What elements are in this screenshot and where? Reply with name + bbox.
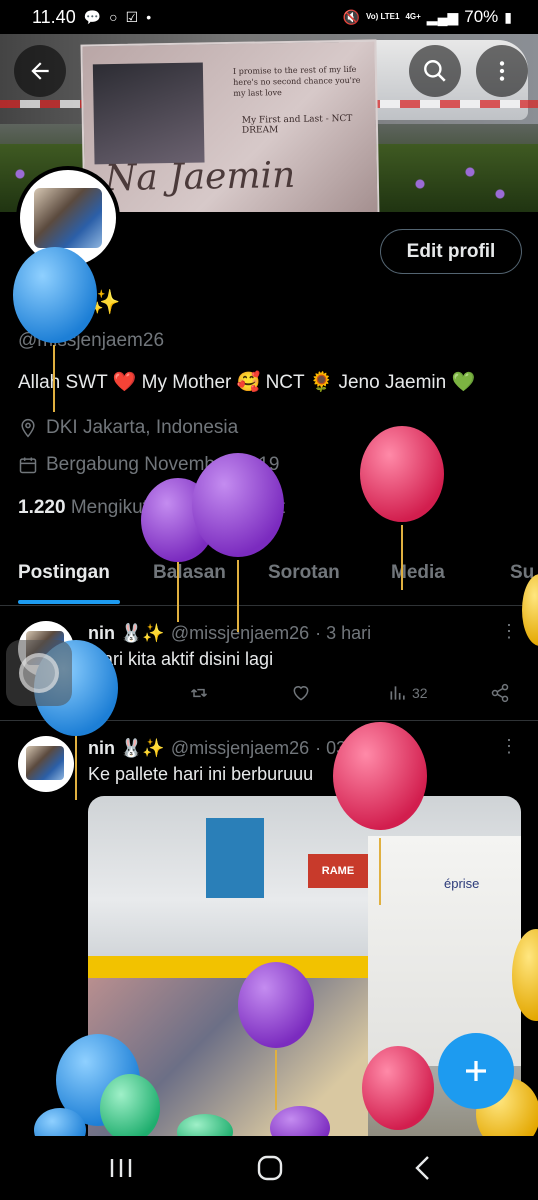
post-time: · 3 hari [315, 623, 372, 643]
post-text: Ke pallete hari ini berburuuu [88, 764, 314, 784]
photocard-quote: I promise to the rest of my life here's … [232, 64, 361, 98]
nav-back-icon [415, 1156, 429, 1180]
dot-icon: • [146, 9, 152, 25]
signal-bars-icon: ▂▄▆ [426, 8, 459, 25]
photocard-subtitle: My First and Last - NCT DREAM [241, 113, 353, 136]
post-text: Mari kita aktif disini lagi [88, 649, 274, 669]
following-link[interactable]: 1.220 Mengikuti [18, 497, 152, 519]
reply-button[interactable] [88, 683, 108, 703]
back-arrow-icon [31, 62, 49, 80]
profile-name: nin 🐰✨ [18, 289, 121, 316]
battery-icon: ▮ [504, 8, 512, 25]
system-nav-bar [0, 1136, 538, 1200]
views-count: 32 [412, 685, 428, 701]
media-storefront [368, 836, 521, 1066]
tab-balasan[interactable]: Balasan [153, 562, 226, 584]
location-pin-icon [21, 418, 35, 438]
views-icon [390, 686, 405, 700]
profile-tabs: Postingan Balasan Sorotan Media Su [0, 550, 538, 606]
media-blue-box [206, 818, 264, 898]
back-button[interactable] [14, 45, 66, 97]
media-shelf [88, 956, 368, 978]
followers-link[interactable]: 612 Pengikut [174, 497, 285, 519]
tab-media[interactable]: Media [391, 562, 445, 584]
location-text: DKI Jakarta, Indonesia [46, 417, 239, 438]
status-bar: 11.40 💬 ○ ☑ • 🔇 Vo) LTE1 4G+ ▂▄▆ 70% ▮ [0, 0, 538, 34]
avatar-image [34, 188, 102, 248]
profile-handle: @missjenjaem26 [18, 330, 165, 351]
edit-profile-button[interactable]: Edit profil [380, 229, 522, 274]
post-more-icon[interactable]: ⋮ [500, 736, 518, 757]
post-header: nin 🐰✨ @missjenjaem26 · 03 Des 23 [88, 738, 408, 759]
more-options-button[interactable] [476, 45, 528, 97]
tab-sorotan[interactable]: Sorotan [268, 562, 340, 584]
post-author: nin 🐰✨ [88, 738, 165, 758]
views-button[interactable]: 32 [388, 683, 428, 703]
reply-icon [90, 686, 106, 702]
message-icon: 💬 [83, 8, 102, 25]
photocard-image [92, 62, 205, 165]
recents-icon [110, 1159, 132, 1177]
retweet-icon [190, 688, 208, 698]
post-time: · 03 Des 23 [315, 738, 409, 758]
post-item[interactable]: nin 🐰✨ @missjenjaem26 · 3 hari ⋮ Mari ki… [0, 607, 538, 721]
calendar-icon [19, 457, 37, 474]
media-store-name: éprise [444, 876, 480, 891]
post-more-icon[interactable]: ⋮ [500, 621, 518, 642]
profile-avatar[interactable] [16, 166, 120, 270]
search-button[interactable] [409, 45, 461, 97]
following-count: 1.220 [18, 497, 66, 518]
mute-icon: 🔇 [342, 8, 360, 25]
search-icon [424, 60, 446, 82]
followers-count: 612 [174, 497, 206, 518]
post-avatar[interactable] [18, 736, 74, 792]
post-actions: 32 [88, 683, 518, 709]
banner-photocard: I promise to the rest of my life here's … [80, 39, 380, 212]
post-handle: @missjenjaem26 [170, 738, 310, 758]
plus-icon [466, 1061, 486, 1081]
status-time: 11.40 [32, 6, 76, 27]
profile-joined: Bergabung November 2019 [18, 454, 279, 476]
recents-button[interactable] [108, 1156, 134, 1185]
assistive-touch-button[interactable] [6, 640, 72, 706]
share-icon [491, 683, 509, 703]
network-label: Vo) LTE1 [365, 12, 400, 21]
nav-back-button[interactable] [410, 1154, 436, 1187]
like-button[interactable] [290, 683, 312, 703]
profile-bio: Allah SWT ❤️ My Mother 🥰 NCT 🌻 Jeno Jaem… [18, 372, 476, 393]
joined-text: Bergabung November 2019 [46, 454, 280, 475]
post-header: nin 🐰✨ @missjenjaem26 · 3 hari [88, 623, 371, 644]
photocard-name: Na Jaemin [104, 154, 296, 200]
followers-label: Pengikut [211, 497, 286, 518]
more-vertical-icon [499, 61, 505, 81]
post-author: nin 🐰✨ [88, 623, 165, 643]
home-icon [257, 1155, 283, 1181]
post-handle: @missjenjaem26 [170, 623, 310, 643]
signal-type: 4G+ [405, 12, 421, 21]
follow-stats: 1.220 Mengikuti 612 Pengikut [18, 497, 285, 519]
retweet-button[interactable] [188, 683, 210, 703]
active-tab-indicator [18, 600, 120, 604]
media-store-sign: RAME [308, 854, 368, 888]
battery-percent: 70% [464, 7, 499, 26]
media-merchandise [88, 978, 368, 1142]
share-button[interactable] [490, 683, 510, 703]
like-icon [293, 686, 309, 701]
home-button[interactable] [256, 1154, 284, 1187]
following-label: Mengikuti [70, 497, 153, 518]
tab-suka[interactable]: Su [510, 562, 534, 584]
compose-post-button[interactable] [438, 1033, 514, 1109]
profile-location: DKI Jakarta, Indonesia [18, 417, 238, 439]
tab-postingan[interactable]: Postingan [18, 562, 110, 584]
check-box-icon: ☑ [125, 8, 139, 25]
circle-icon: ○ [109, 9, 118, 25]
